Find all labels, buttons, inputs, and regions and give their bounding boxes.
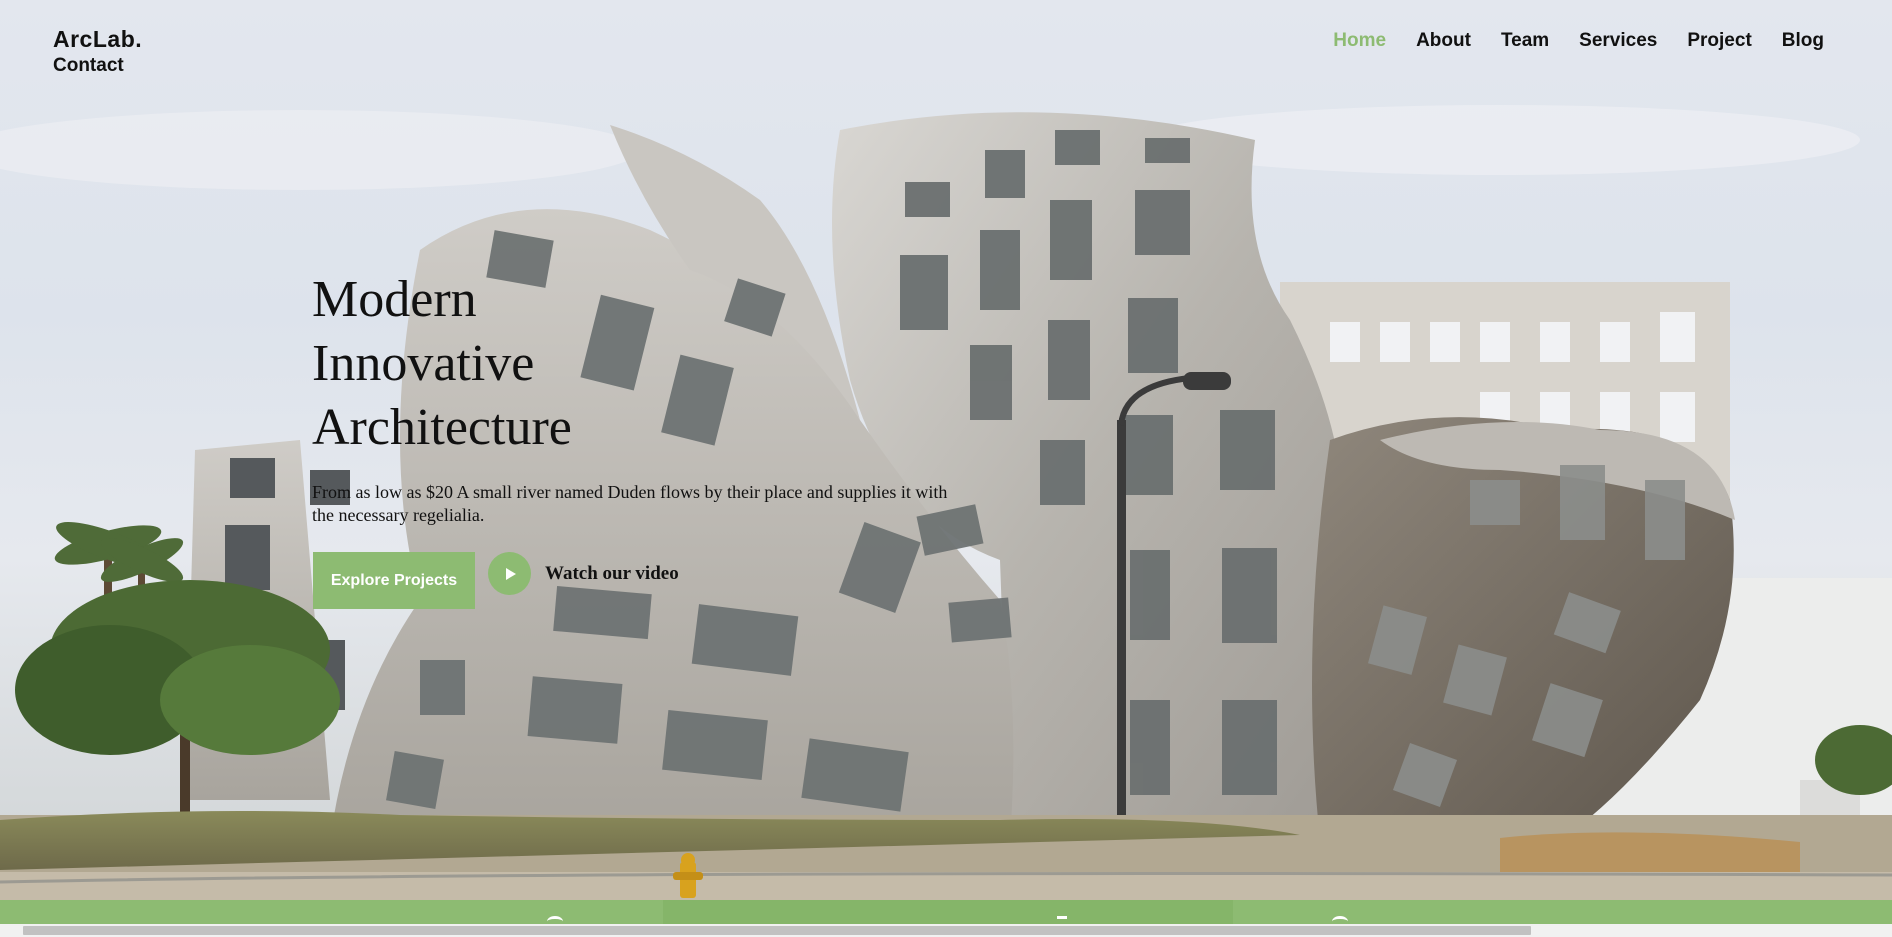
headline-line-3: Architecture bbox=[312, 399, 572, 456]
headline-line-1: Modern bbox=[312, 271, 477, 328]
hero-headline: Modern Innovative Architecture bbox=[312, 268, 772, 460]
headline-line-2: Innovative bbox=[312, 335, 535, 392]
watch-video-link[interactable]: Watch our video bbox=[545, 563, 679, 585]
play-icon bbox=[506, 567, 516, 580]
play-video-button[interactable] bbox=[488, 552, 531, 595]
nav-project[interactable]: Project bbox=[1687, 30, 1751, 52]
main-nav: Home About Team Services Project Blog bbox=[1333, 30, 1824, 52]
nav-services[interactable]: Services bbox=[1579, 30, 1657, 52]
strip-segment bbox=[663, 900, 1233, 924]
contact-link[interactable]: Contact bbox=[53, 55, 124, 77]
nav-team[interactable]: Team bbox=[1501, 30, 1549, 52]
hero-tagline: From as low as $20 A small river named D… bbox=[312, 482, 948, 525]
nav-about[interactable]: About bbox=[1416, 30, 1471, 52]
hero-section: ArcLab. Contact Home About Team Services Pro… bbox=[0, 0, 1892, 900]
hero-background-image bbox=[0, 105, 1892, 900]
brand-logo[interactable]: ArcLab. bbox=[53, 26, 142, 53]
explore-projects-button[interactable]: Explore Projects bbox=[313, 552, 475, 609]
scrollbar-thumb[interactable] bbox=[23, 926, 1531, 935]
nav-home[interactable]: Home bbox=[1333, 30, 1386, 52]
services-strip bbox=[0, 900, 1892, 924]
nav-blog[interactable]: Blog bbox=[1782, 30, 1824, 52]
